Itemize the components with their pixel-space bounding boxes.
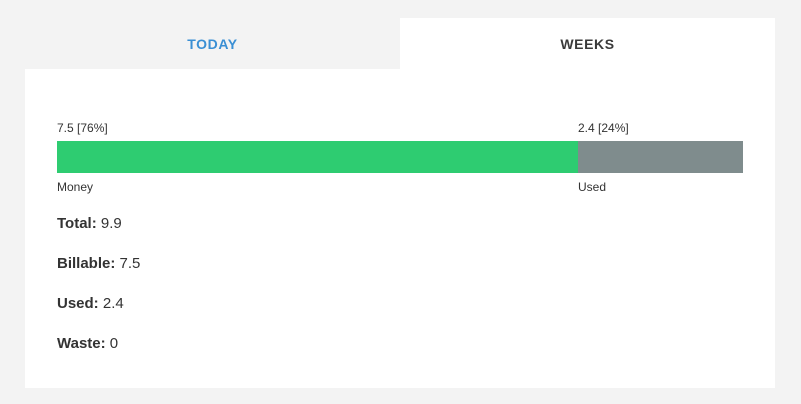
usage-bar (57, 141, 743, 173)
stat-waste-label: Waste: (57, 335, 106, 352)
used-legend-label: Used (578, 180, 607, 194)
tab-weeks[interactable]: WEEKS (400, 18, 775, 69)
money-legend-label: Money (57, 180, 94, 194)
stat-used-value: 2.4 (102, 295, 124, 312)
tab-bar: TODAY WEEKS (25, 18, 775, 69)
stat-billable-label: Billable: (57, 255, 116, 272)
stat-total-value: 9.9 (100, 215, 122, 232)
stat-billable-value: 7.5 (119, 255, 141, 272)
stat-total-label: Total: (57, 215, 97, 232)
stat-total: Total: 9.9 (57, 215, 122, 232)
money-value-label: 7.5 [76%] (57, 121, 108, 135)
stat-used-label: Used: (57, 295, 99, 312)
stat-waste-value: 0 (109, 335, 119, 352)
stat-billable: Billable: 7.5 (57, 255, 140, 272)
tab-today[interactable]: TODAY (25, 18, 400, 69)
money-segment (57, 141, 579, 173)
used-value-label: 2.4 [24%] (578, 121, 629, 135)
used-segment (578, 141, 743, 173)
stat-waste: Waste: 0 (57, 335, 118, 352)
stat-used: Used: 2.4 (57, 295, 124, 312)
tab-content: 7.5 [76%] 2.4 [24%] Money Used Total: 9.… (25, 69, 775, 388)
stats-panel: TODAY WEEKS 7.5 [76%] 2.4 [24%] Money Us… (25, 18, 775, 388)
